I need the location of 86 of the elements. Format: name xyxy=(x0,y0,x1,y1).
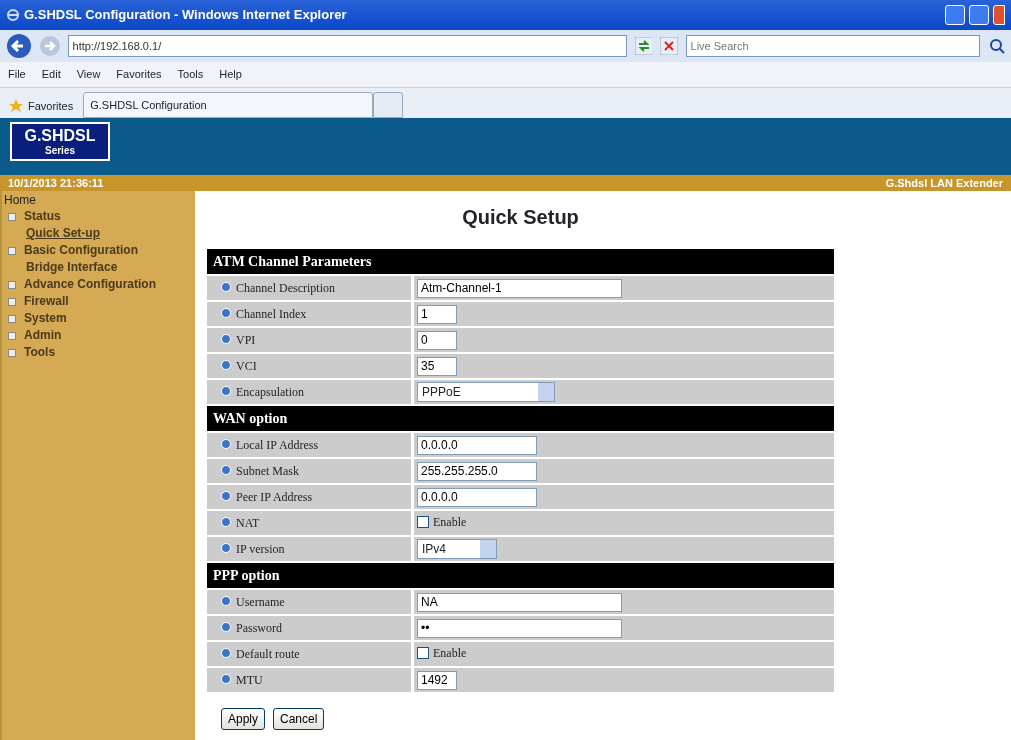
menu-item[interactable]: Favorites xyxy=(116,66,162,83)
favorites-button[interactable]: Favorites xyxy=(28,97,74,114)
search-field[interactable]: Live Search xyxy=(685,35,980,57)
product-name: G.Shdsl LAN Extender xyxy=(885,175,1003,191)
input-field[interactable]: 255.255.255.0 xyxy=(417,461,537,481)
input-field[interactable]: NA xyxy=(417,592,622,612)
input-field[interactable]: 0.0.0.0 xyxy=(417,435,537,455)
field-label: Username xyxy=(236,595,285,609)
info-icon xyxy=(221,648,231,658)
info-icon xyxy=(221,360,231,370)
info-icon xyxy=(221,282,231,292)
info-icon xyxy=(221,596,231,606)
checkbox-label: Enable xyxy=(433,645,467,662)
field-label: Channel Description xyxy=(236,281,335,295)
stop-icon[interactable] xyxy=(660,37,678,55)
field-label: Default route xyxy=(236,647,300,661)
menu-item[interactable]: Tools xyxy=(177,66,204,83)
menu-item[interactable]: Help xyxy=(219,66,242,83)
info-icon xyxy=(221,674,231,684)
input-field[interactable]: Atm-Channel-1 xyxy=(417,278,622,298)
sidebar-item[interactable]: Advance Configuration xyxy=(24,276,156,293)
close-button[interactable] xyxy=(993,5,1005,25)
sidebar-item[interactable]: Tools xyxy=(24,344,56,361)
field-label: MTU xyxy=(236,673,263,687)
star-icon xyxy=(8,97,24,114)
form-button[interactable]: Cancel xyxy=(273,708,325,730)
browser-tab[interactable]: G.SHDSL Configuration xyxy=(83,92,374,118)
window-title: G.SHDSL Configuration - Windows Internet Explorer xyxy=(24,6,347,25)
info-icon xyxy=(221,439,231,449)
maximize-button[interactable] xyxy=(969,5,989,25)
input-field[interactable]: 35 xyxy=(417,356,457,376)
info-icon xyxy=(221,517,231,527)
info-icon xyxy=(221,543,231,553)
sidebar-item[interactable]: Basic Configuration xyxy=(24,242,138,259)
info-icon xyxy=(221,334,231,344)
dropdown[interactable]: PPPoE xyxy=(417,382,555,402)
minimize-button[interactable] xyxy=(945,5,965,25)
back-icon[interactable] xyxy=(6,33,31,59)
sidebar-item[interactable]: Admin xyxy=(24,327,62,344)
info-icon xyxy=(221,491,231,501)
section-header: ATM Channel Parameters xyxy=(207,249,834,274)
field-label: VPI xyxy=(236,333,256,347)
menu-item[interactable]: Edit xyxy=(41,66,61,83)
section-header: WAN option xyxy=(207,406,834,431)
field-label: Encapsulation xyxy=(236,385,304,399)
info-icon xyxy=(221,622,231,632)
menu-item[interactable]: File xyxy=(8,66,26,83)
checkbox[interactable] xyxy=(417,647,429,659)
field-label: NAT xyxy=(236,516,260,530)
input-field[interactable]: 0.0.0.0 xyxy=(417,487,537,507)
page-title: Quick Setup xyxy=(461,205,580,229)
field-label: IP version xyxy=(236,542,285,556)
input-field[interactable]: 1 xyxy=(417,304,457,324)
field-label: Local IP Address xyxy=(236,438,319,452)
field-label: Subnet Mask xyxy=(236,464,299,478)
input-field[interactable]: 1492 xyxy=(417,670,457,690)
form-button[interactable]: Apply xyxy=(221,708,266,730)
sidebar-item[interactable]: System xyxy=(24,310,67,327)
expand-icon[interactable] xyxy=(8,212,16,221)
checkbox[interactable] xyxy=(417,516,429,528)
sidebar-item[interactable]: Bridge Interface xyxy=(26,259,118,276)
browser-logo-icon xyxy=(6,8,20,22)
date-time: 10/1/2013 21:36:11 xyxy=(8,175,104,191)
refresh-icon[interactable] xyxy=(635,37,653,55)
address-field[interactable]: http://192.168.0.1/ xyxy=(67,35,628,57)
info-icon xyxy=(221,386,231,396)
checkbox-label: Enable xyxy=(433,514,467,531)
input-field[interactable]: 0 xyxy=(417,330,457,350)
info-icon xyxy=(221,465,231,475)
new-tab-button[interactable] xyxy=(373,92,404,118)
field-label: VCI xyxy=(236,359,257,373)
field-label: Channel Index xyxy=(236,307,307,321)
dropdown[interactable]: IPv4 xyxy=(417,539,497,559)
info-icon xyxy=(221,308,231,318)
sidebar-root[interactable]: Home xyxy=(4,193,193,208)
input-field[interactable]: •• xyxy=(417,618,622,638)
sidebar-item[interactable]: Quick Set-up xyxy=(26,225,100,242)
field-label: Password xyxy=(236,621,282,635)
sidebar-item[interactable]: Status xyxy=(24,208,61,225)
field-label: Peer IP Address xyxy=(236,490,313,504)
expand-icon[interactable] xyxy=(8,246,16,255)
menu-item[interactable]: View xyxy=(76,66,101,83)
sidebar-item[interactable]: Firewall xyxy=(24,293,69,310)
section-header: PPP option xyxy=(207,563,834,588)
search-icon[interactable] xyxy=(987,37,1005,55)
logo-badge: G.SHDSL Series xyxy=(10,122,110,161)
